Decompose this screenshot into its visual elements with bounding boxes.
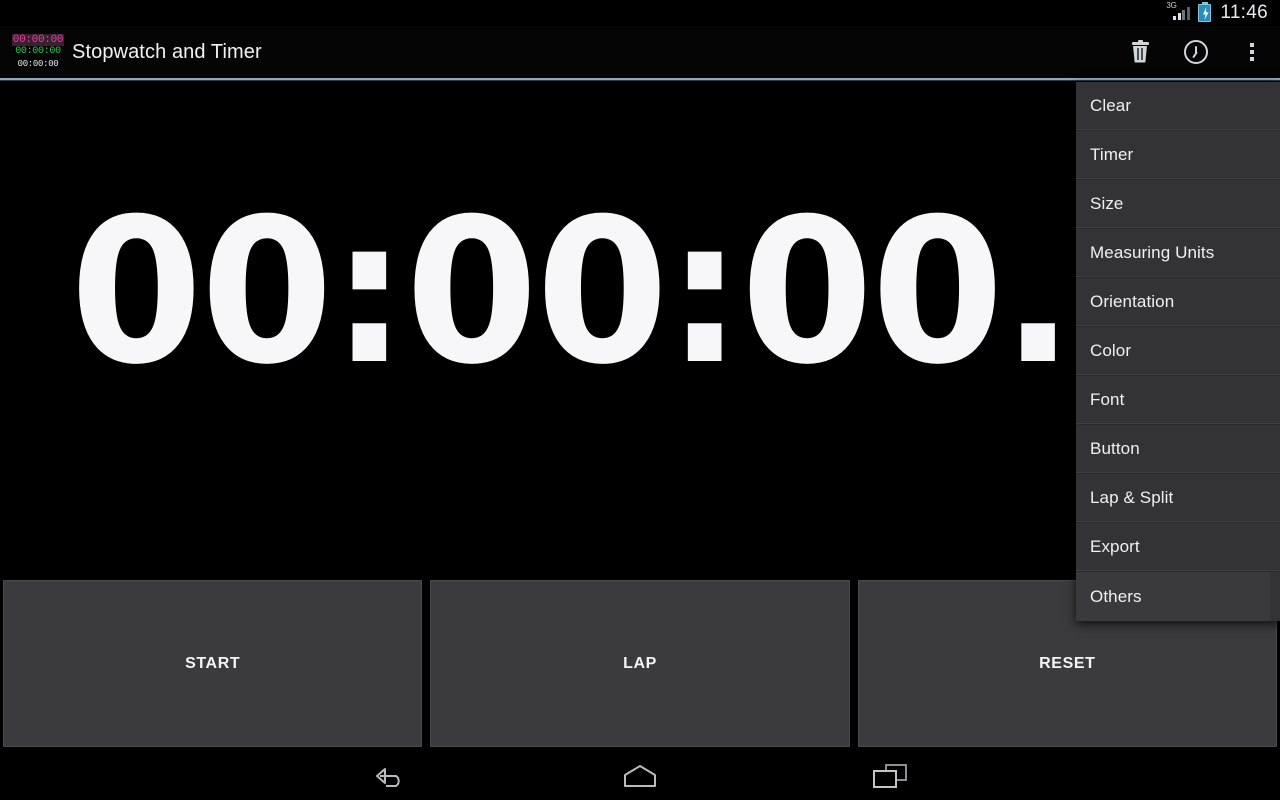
app-logo-line1: 00:00:00 xyxy=(11,34,65,46)
network-type-label: 3G xyxy=(1166,1,1177,10)
back-icon xyxy=(372,765,408,787)
menu-item-color[interactable]: Color xyxy=(1076,327,1280,376)
delete-button[interactable] xyxy=(1112,26,1168,78)
home-icon xyxy=(623,764,657,788)
android-screen: 3G 11:46 00:00:00 00:00:00 00:00:00 Stop… xyxy=(0,0,1280,800)
menu-item-clear[interactable]: Clear xyxy=(1076,82,1280,131)
menu-item-font[interactable]: Font xyxy=(1076,376,1280,425)
menu-item-timer[interactable]: Timer xyxy=(1076,131,1280,180)
trash-icon xyxy=(1131,39,1149,63)
app-logo-line2: 00:00:00 xyxy=(15,46,61,57)
recents-icon xyxy=(873,764,907,788)
clock-icon xyxy=(1184,40,1208,64)
nav-back-button[interactable] xyxy=(360,752,420,800)
app-logo-line3: 00:00:00 xyxy=(17,59,59,69)
lap-button[interactable]: LAP xyxy=(430,580,850,747)
start-button[interactable]: START xyxy=(3,580,423,747)
menu-item-lap-and-split[interactable]: Lap & Split xyxy=(1076,474,1280,523)
stopwatch-time: 00:00:00.0 xyxy=(70,176,1205,409)
menu-item-measuring-units[interactable]: Measuring Units xyxy=(1076,229,1280,278)
menu-item-export[interactable]: Export xyxy=(1076,523,1280,572)
nav-recents-button[interactable] xyxy=(860,752,920,800)
nav-home-button[interactable] xyxy=(610,752,670,800)
charging-bolt-icon xyxy=(1203,7,1209,20)
overflow-menu-button[interactable] xyxy=(1224,26,1280,78)
menu-item-orientation[interactable]: Orientation xyxy=(1076,278,1280,327)
menu-item-size[interactable]: Size xyxy=(1076,180,1280,229)
battery-charging-icon xyxy=(1198,2,1212,22)
status-clock: 11:46 xyxy=(1220,2,1268,23)
timer-button[interactable] xyxy=(1168,26,1224,78)
overflow-menu: Clear Timer Size Measuring Units Orienta… xyxy=(1076,82,1280,621)
status-bar: 3G 11:46 xyxy=(0,0,1280,26)
app-logo-icon: 00:00:00 00:00:00 00:00:00 xyxy=(10,29,66,75)
page-title: Stopwatch and Timer xyxy=(72,40,262,63)
system-navigation-bar xyxy=(0,752,1280,800)
menu-item-others[interactable]: Others xyxy=(1076,572,1270,621)
action-bar: 00:00:00 00:00:00 00:00:00 Stopwatch and… xyxy=(0,26,1280,78)
overflow-dots-icon xyxy=(1250,43,1254,61)
menu-item-button[interactable]: Button xyxy=(1076,425,1280,474)
signal-bars-icon: 3G xyxy=(1166,1,1190,23)
